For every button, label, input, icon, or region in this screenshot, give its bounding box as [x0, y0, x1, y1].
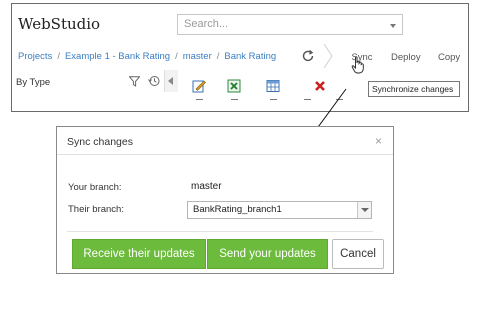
- table-icon[interactable]: [266, 79, 280, 93]
- tool-label-stub: [270, 99, 277, 100]
- history-icon[interactable]: [148, 75, 160, 87]
- your-branch-value: master: [191, 181, 222, 192]
- chevron-divider: [323, 44, 333, 68]
- sync-changes-dialog: Sync changes × Your branch: master Their…: [56, 126, 394, 274]
- filter-icon[interactable]: [129, 76, 140, 87]
- deploy-button[interactable]: Deploy: [391, 52, 421, 63]
- breadcrumb-branch[interactable]: master: [183, 51, 212, 62]
- close-icon[interactable]: ×: [375, 134, 382, 148]
- edit-icon[interactable]: [192, 79, 206, 93]
- breadcrumb-project[interactable]: Example 1 - Bank Rating: [65, 51, 170, 62]
- hand-cursor-icon: [351, 56, 364, 74]
- app-title: WebStudio: [18, 15, 101, 33]
- collapse-panel-arrow[interactable]: [164, 70, 178, 92]
- dialog-divider: [67, 231, 373, 232]
- by-type-label[interactable]: By Type: [16, 77, 50, 88]
- their-branch-select[interactable]: BankRating_branch1: [187, 201, 372, 219]
- copy-button[interactable]: Copy: [438, 52, 460, 63]
- receive-their-updates-button[interactable]: Receive their updates: [72, 239, 206, 269]
- search-input[interactable]: Search...: [177, 14, 403, 35]
- dialog-title: Sync changes: [67, 136, 133, 148]
- chevron-down-icon[interactable]: [390, 24, 396, 28]
- breadcrumb: Projects / Example 1 - Bank Rating / master /…: [18, 51, 276, 62]
- refresh-icon[interactable]: [301, 49, 315, 63]
- chevron-down-icon[interactable]: [357, 202, 371, 218]
- breadcrumb-separator: /: [175, 51, 178, 62]
- cancel-button[interactable]: Cancel: [332, 239, 384, 269]
- tool-label-stub: [196, 99, 203, 100]
- breadcrumb-projects[interactable]: Projects: [18, 51, 52, 62]
- breadcrumb-separator: /: [216, 51, 220, 62]
- breadcrumb-separator: /: [57, 51, 60, 62]
- their-branch-label: Their branch:: [68, 204, 124, 215]
- search-placeholder: Search...: [184, 18, 229, 30]
- excel-icon[interactable]: [227, 79, 241, 93]
- sync-tooltip: Synchronize changes: [368, 81, 460, 97]
- breadcrumb-module[interactable]: Bank Rating: [224, 51, 276, 62]
- dialog-divider: [57, 154, 393, 155]
- send-your-updates-button[interactable]: Send your updates: [207, 239, 328, 269]
- app-window: WebStudio Search... Projects / Example 1 -…: [11, 3, 469, 112]
- your-branch-label: Your branch:: [68, 182, 122, 193]
- their-branch-value: BankRating_branch1: [193, 204, 282, 215]
- tool-label-stub: [231, 99, 238, 100]
